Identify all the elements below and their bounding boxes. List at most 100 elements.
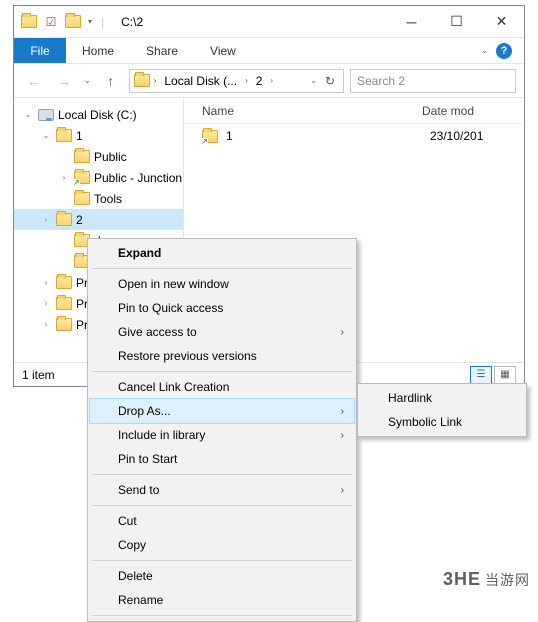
context-menu-label: Restore previous versions bbox=[118, 349, 257, 363]
context-menu-item[interactable]: Give access to › bbox=[90, 320, 354, 344]
tree-item[interactable]: Public - Junction bbox=[14, 167, 183, 188]
tab-view[interactable]: View bbox=[194, 38, 252, 63]
context-menu-item[interactable]: Cancel Link Creation bbox=[90, 375, 354, 399]
window-title: C:\2 bbox=[113, 15, 389, 29]
view-large-button[interactable]: ▦ bbox=[494, 366, 516, 384]
minimize-button[interactable]: ─ bbox=[389, 6, 434, 37]
context-menu-label: Give access to bbox=[118, 325, 197, 339]
context-menu-item[interactable]: Include in library› bbox=[90, 423, 354, 447]
tree-item-label: Tools bbox=[94, 192, 122, 206]
titlebar: ☑ ▾ | C:\2 ─ ☐ ✕ bbox=[14, 6, 524, 38]
menu-separator bbox=[92, 371, 352, 372]
search-input[interactable]: Search 2 bbox=[350, 69, 516, 93]
crumb-separator-icon[interactable]: › bbox=[268, 76, 275, 85]
forward-button[interactable]: → bbox=[52, 73, 76, 89]
context-menu-label: Rename bbox=[118, 593, 163, 607]
submenu-arrow-icon: › bbox=[341, 327, 344, 338]
menu-separator bbox=[92, 474, 352, 475]
context-menu-item[interactable]: Copy bbox=[90, 533, 354, 557]
ribbon-collapse-icon[interactable]: ⌄ bbox=[479, 46, 490, 55]
context-menu-item[interactable]: Restore previous versions bbox=[90, 344, 354, 368]
refresh-icon[interactable]: ↻ bbox=[321, 74, 339, 88]
tree-item[interactable]: Public bbox=[14, 146, 183, 167]
context-submenu-item[interactable]: Symbolic Link bbox=[360, 410, 524, 434]
list-item[interactable]: 123/10/201 bbox=[184, 124, 524, 148]
tree-item-label: 1 bbox=[76, 129, 83, 143]
search-placeholder: Search 2 bbox=[357, 74, 405, 88]
context-menu-item[interactable]: Rename bbox=[90, 588, 354, 612]
tab-share[interactable]: Share bbox=[130, 38, 194, 63]
breadcrumb-item[interactable]: 2 bbox=[252, 74, 267, 88]
expand-icon[interactable] bbox=[40, 131, 52, 140]
maximize-button[interactable]: ☐ bbox=[434, 6, 479, 37]
folder-icon bbox=[56, 297, 72, 310]
expand-icon[interactable] bbox=[58, 173, 70, 182]
quick-access-toolbar: ☑ ▾ | bbox=[14, 6, 113, 37]
tree-item-label: Public - Junction bbox=[94, 171, 182, 185]
tree-item-label: Local Disk (C:) bbox=[58, 108, 137, 122]
junction-folder-icon bbox=[74, 171, 90, 184]
folder-icon bbox=[134, 74, 150, 87]
list-header[interactable]: Name Date mod bbox=[184, 98, 524, 124]
context-menu-label: Open in new window bbox=[118, 277, 229, 291]
window-controls: ─ ☐ ✕ bbox=[389, 6, 524, 37]
expand-icon[interactable] bbox=[40, 299, 52, 308]
crumb-separator-icon[interactable]: › bbox=[152, 76, 159, 85]
tree-item[interactable]: Tools bbox=[14, 188, 183, 209]
context-menu-label: Pin to Quick access bbox=[118, 301, 223, 315]
watermark-logo: 3HE bbox=[443, 569, 481, 589]
context-submenu-label: Symbolic Link bbox=[388, 415, 462, 429]
context-menu-item[interactable]: Send to› bbox=[90, 478, 354, 502]
watermark-text: 当游网 bbox=[485, 572, 530, 588]
menu-separator bbox=[92, 615, 352, 616]
submenu-arrow-icon: › bbox=[341, 485, 344, 496]
properties-icon[interactable]: ☑ bbox=[42, 13, 60, 31]
open-folder-icon[interactable] bbox=[64, 13, 82, 31]
context-menu: Expand Open in new window Pin to Quick acc… bbox=[87, 238, 357, 622]
menu-separator bbox=[92, 268, 352, 269]
expand-icon[interactable] bbox=[40, 320, 52, 329]
folder-icon bbox=[56, 276, 72, 289]
context-menu-item[interactable]: Cut bbox=[90, 509, 354, 533]
folder-icon bbox=[74, 150, 90, 163]
expand-icon[interactable] bbox=[22, 110, 34, 119]
context-menu-label: Pin to Start bbox=[118, 452, 177, 466]
context-menu-item[interactable]: Pin to Start bbox=[90, 447, 354, 471]
context-submenu-item[interactable]: Hardlink bbox=[360, 386, 524, 410]
context-menu-label: Drop As... bbox=[118, 404, 171, 418]
view-details-button[interactable]: ☰ bbox=[470, 366, 492, 384]
context-menu-item[interactable]: Delete bbox=[90, 564, 354, 588]
menu-separator bbox=[92, 560, 352, 561]
tab-home[interactable]: Home bbox=[66, 38, 130, 63]
crumb-separator-icon[interactable]: › bbox=[243, 76, 250, 85]
menu-separator bbox=[92, 505, 352, 506]
context-menu-item[interactable]: Pin to Quick access bbox=[90, 296, 354, 320]
up-button[interactable]: ↑ bbox=[99, 73, 123, 89]
column-name[interactable]: Name bbox=[202, 104, 422, 118]
qat-dropdown-icon[interactable]: ▾ bbox=[86, 17, 94, 26]
tree-item[interactable]: 1 bbox=[14, 125, 183, 146]
context-menu-item[interactable]: Expand bbox=[90, 241, 354, 265]
context-menu-item[interactable]: Drop As...› bbox=[90, 399, 354, 423]
tree-item[interactable]: 2 bbox=[14, 209, 183, 230]
column-date[interactable]: Date mod bbox=[422, 104, 474, 118]
context-menu-label: Cancel Link Creation bbox=[118, 380, 229, 394]
history-dropdown-icon[interactable]: ⌄ bbox=[82, 76, 93, 85]
context-menu-label: Copy bbox=[118, 538, 146, 552]
back-button[interactable]: ← bbox=[22, 73, 46, 89]
context-submenu: Hardlink Symbolic Link bbox=[357, 383, 527, 437]
tree-item[interactable]: Local Disk (C:) bbox=[14, 104, 183, 125]
folder-icon bbox=[20, 13, 38, 31]
help-icon[interactable]: ? bbox=[496, 43, 512, 59]
breadcrumb-item[interactable]: Local Disk (... bbox=[160, 74, 241, 88]
ribbon-tabs: File Home Share View ⌄ ? bbox=[14, 38, 524, 64]
context-menu-item[interactable]: Open in new window bbox=[90, 272, 354, 296]
status-count: 1 item bbox=[22, 368, 55, 382]
close-button[interactable]: ✕ bbox=[479, 6, 524, 37]
address-dropdown-icon[interactable]: ⌄ bbox=[308, 76, 319, 85]
expand-icon[interactable] bbox=[40, 278, 52, 287]
address-bar[interactable]: › Local Disk (... › 2 › ⌄ ↻ bbox=[129, 69, 344, 93]
address-row: ← → ⌄ ↑ › Local Disk (... › 2 › ⌄ ↻ Sear… bbox=[14, 64, 524, 98]
file-tab[interactable]: File bbox=[14, 38, 66, 63]
expand-icon[interactable] bbox=[40, 215, 52, 224]
